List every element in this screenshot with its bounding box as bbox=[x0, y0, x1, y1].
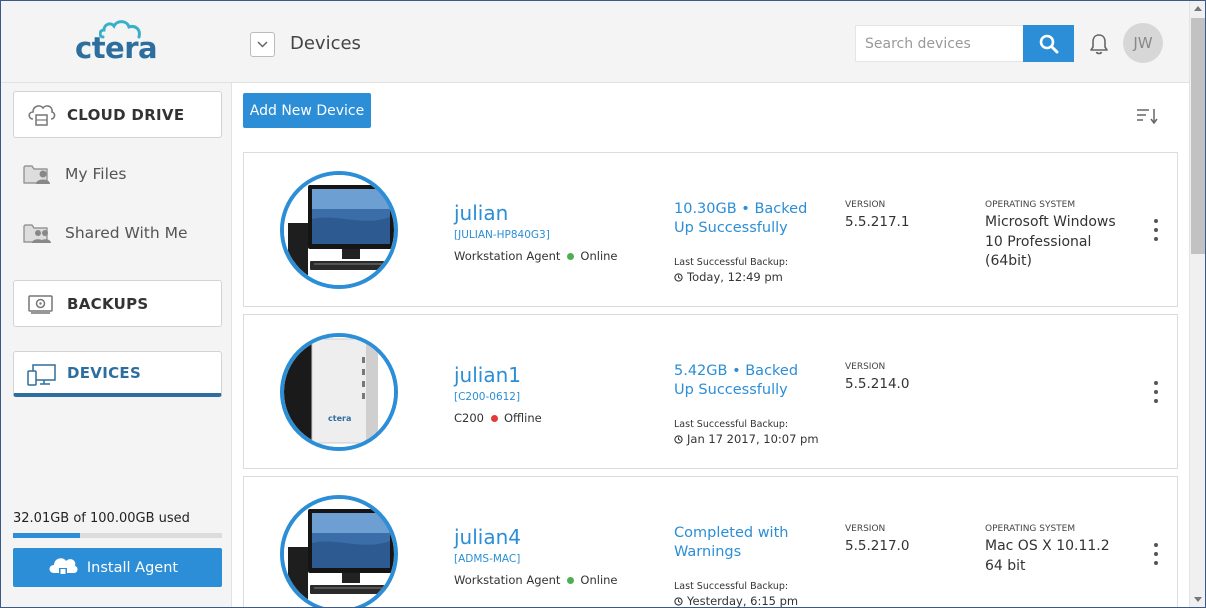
devices-icon bbox=[26, 362, 58, 392]
clock-icon bbox=[674, 434, 683, 444]
os-value: Mac OS X 10.11.2 64 bit bbox=[985, 538, 1110, 574]
device-status: Online bbox=[580, 249, 618, 263]
cloud-drive-icon bbox=[26, 102, 56, 132]
last-backup-time: Yesterday, 6:15 pm bbox=[674, 594, 799, 608]
last-backup-time-value: Yesterday, 6:15 pm bbox=[687, 594, 799, 608]
my-files-label: My Files bbox=[65, 165, 127, 183]
backup-status: 10.30GB • Backed Up Successfully bbox=[674, 201, 808, 236]
version-value: 5.5.214.0 bbox=[845, 376, 910, 392]
os-value: Microsoft Windows 10 Professional (64bit… bbox=[985, 214, 1116, 269]
add-new-device-button[interactable]: Add New Device bbox=[243, 93, 371, 128]
os-label: OPERATING SYSTEM bbox=[985, 524, 1076, 534]
version-value: 5.5.217.0 bbox=[845, 538, 910, 554]
status-dot-icon bbox=[567, 576, 575, 584]
cloud-drive-label: CLOUD DRIVE bbox=[67, 105, 185, 124]
svg-text:ctera: ctera bbox=[328, 414, 351, 423]
storage-usage-fill bbox=[13, 533, 80, 538]
device-image bbox=[280, 495, 398, 607]
version-label: VERSION bbox=[845, 362, 886, 372]
storage-usage-bar bbox=[13, 533, 222, 538]
device-image: ctera bbox=[280, 333, 398, 451]
sidebar-item-devices[interactable]: DEVICES bbox=[13, 351, 222, 397]
device-type: Workstation Agent Online bbox=[454, 249, 618, 263]
more-options-icon[interactable] bbox=[1148, 381, 1164, 403]
device-image bbox=[280, 171, 398, 289]
backups-icon bbox=[26, 291, 56, 321]
more-options-icon[interactable] bbox=[1148, 543, 1164, 565]
search-icon bbox=[1039, 34, 1058, 53]
ctera-logo[interactable]: ctera bbox=[75, 19, 175, 69]
last-backup-label: Last Successful Backup: bbox=[674, 257, 789, 268]
device-card[interactable]: julian4 [ADMS-MAC] Workstation Agent Onl… bbox=[243, 476, 1178, 608]
device-hostname: [C200-0612] bbox=[454, 391, 521, 403]
last-backup-time-value: Today, 12:49 pm bbox=[687, 270, 783, 284]
last-backup-label: Last Successful Backup: bbox=[674, 581, 789, 592]
backups-label: BACKUPS bbox=[67, 294, 149, 313]
chevron-down-icon bbox=[257, 41, 268, 48]
devices-label: DEVICES bbox=[67, 363, 142, 382]
collapse-menu-button[interactable] bbox=[250, 32, 275, 57]
device-type-label: C200 bbox=[454, 411, 484, 425]
main-content: Add New Device julian [JULIAN-HP840G3] W… bbox=[233, 83, 1189, 608]
status-dot-icon bbox=[490, 414, 498, 422]
device-type-label: Workstation Agent bbox=[454, 249, 561, 263]
clock-icon bbox=[674, 596, 683, 606]
cloud-download-icon bbox=[47, 555, 79, 581]
device-hostname: [ADMS-MAC] bbox=[454, 553, 521, 565]
sidebar-item-backups[interactable]: BACKUPS bbox=[13, 280, 222, 327]
device-status: Offline bbox=[503, 411, 542, 425]
device-type: C200 Offline bbox=[454, 411, 542, 425]
search-button[interactable] bbox=[1023, 25, 1074, 62]
scrollbar[interactable] bbox=[1189, 1, 1205, 607]
user-avatar[interactable]: JW bbox=[1123, 23, 1163, 63]
status-dot-icon bbox=[567, 252, 575, 260]
search-input[interactable] bbox=[855, 25, 1023, 62]
scroll-down-arrow-icon[interactable] bbox=[1194, 597, 1202, 602]
last-backup-label: Last Successful Backup: bbox=[674, 419, 789, 430]
sort-icon[interactable] bbox=[1136, 107, 1158, 129]
more-options-icon[interactable] bbox=[1148, 219, 1164, 241]
last-backup-time-value: Jan 17 2017, 10:07 pm bbox=[687, 432, 819, 446]
top-header: ctera Devices JW bbox=[1, 1, 1189, 83]
scroll-thumb[interactable] bbox=[1191, 18, 1205, 254]
my-files-icon bbox=[23, 163, 53, 189]
version-label: VERSION bbox=[845, 524, 886, 534]
install-agent-label: Install Agent bbox=[86, 559, 179, 576]
bell-icon[interactable] bbox=[1088, 33, 1110, 55]
device-status: Online bbox=[580, 573, 618, 587]
device-card[interactable]: julian [JULIAN-HP840G3] Workstation Agen… bbox=[243, 152, 1178, 307]
page-title: Devices bbox=[290, 33, 361, 54]
install-agent-button[interactable]: Install Agent bbox=[13, 548, 222, 587]
version-label: VERSION bbox=[845, 200, 886, 210]
device-name[interactable]: julian1 bbox=[454, 363, 521, 387]
sidebar-item-cloud-drive[interactable]: CLOUD DRIVE bbox=[13, 91, 222, 138]
clock-icon bbox=[674, 272, 683, 282]
backup-status: Completed with Warnings bbox=[674, 525, 789, 560]
logo-text: ctera bbox=[75, 31, 158, 65]
scroll-up-arrow-icon[interactable] bbox=[1194, 6, 1202, 11]
sidebar-item-shared-with-me[interactable]: Shared With Me bbox=[23, 218, 223, 248]
last-backup-time: Today, 12:49 pm bbox=[674, 270, 783, 284]
backup-status: 5.42GB • Backed Up Successfully bbox=[674, 363, 799, 398]
last-backup-time: Jan 17 2017, 10:07 pm bbox=[674, 432, 819, 446]
shared-with-me-icon bbox=[23, 222, 53, 248]
os-label: OPERATING SYSTEM bbox=[985, 200, 1076, 210]
device-type-label: Workstation Agent bbox=[454, 573, 561, 587]
device-hostname: [JULIAN-HP840G3] bbox=[454, 229, 550, 241]
device-type: Workstation Agent Online bbox=[454, 573, 618, 587]
shared-with-me-label: Shared With Me bbox=[65, 224, 188, 242]
sidebar-item-my-files[interactable]: My Files bbox=[23, 159, 223, 189]
device-name[interactable]: julian bbox=[454, 201, 508, 225]
device-name[interactable]: julian4 bbox=[454, 525, 521, 549]
version-value: 5.5.217.1 bbox=[845, 214, 910, 230]
storage-usage-text: 32.01GB of 100.00GB used bbox=[13, 511, 190, 526]
device-card[interactable]: ctera julian1 [C200-0612] C200 Offline 5… bbox=[243, 314, 1178, 469]
app-window: ctera Devices JW bbox=[0, 0, 1206, 608]
sidebar: CLOUD DRIVE My Files Shared With Me BACK… bbox=[1, 83, 232, 607]
